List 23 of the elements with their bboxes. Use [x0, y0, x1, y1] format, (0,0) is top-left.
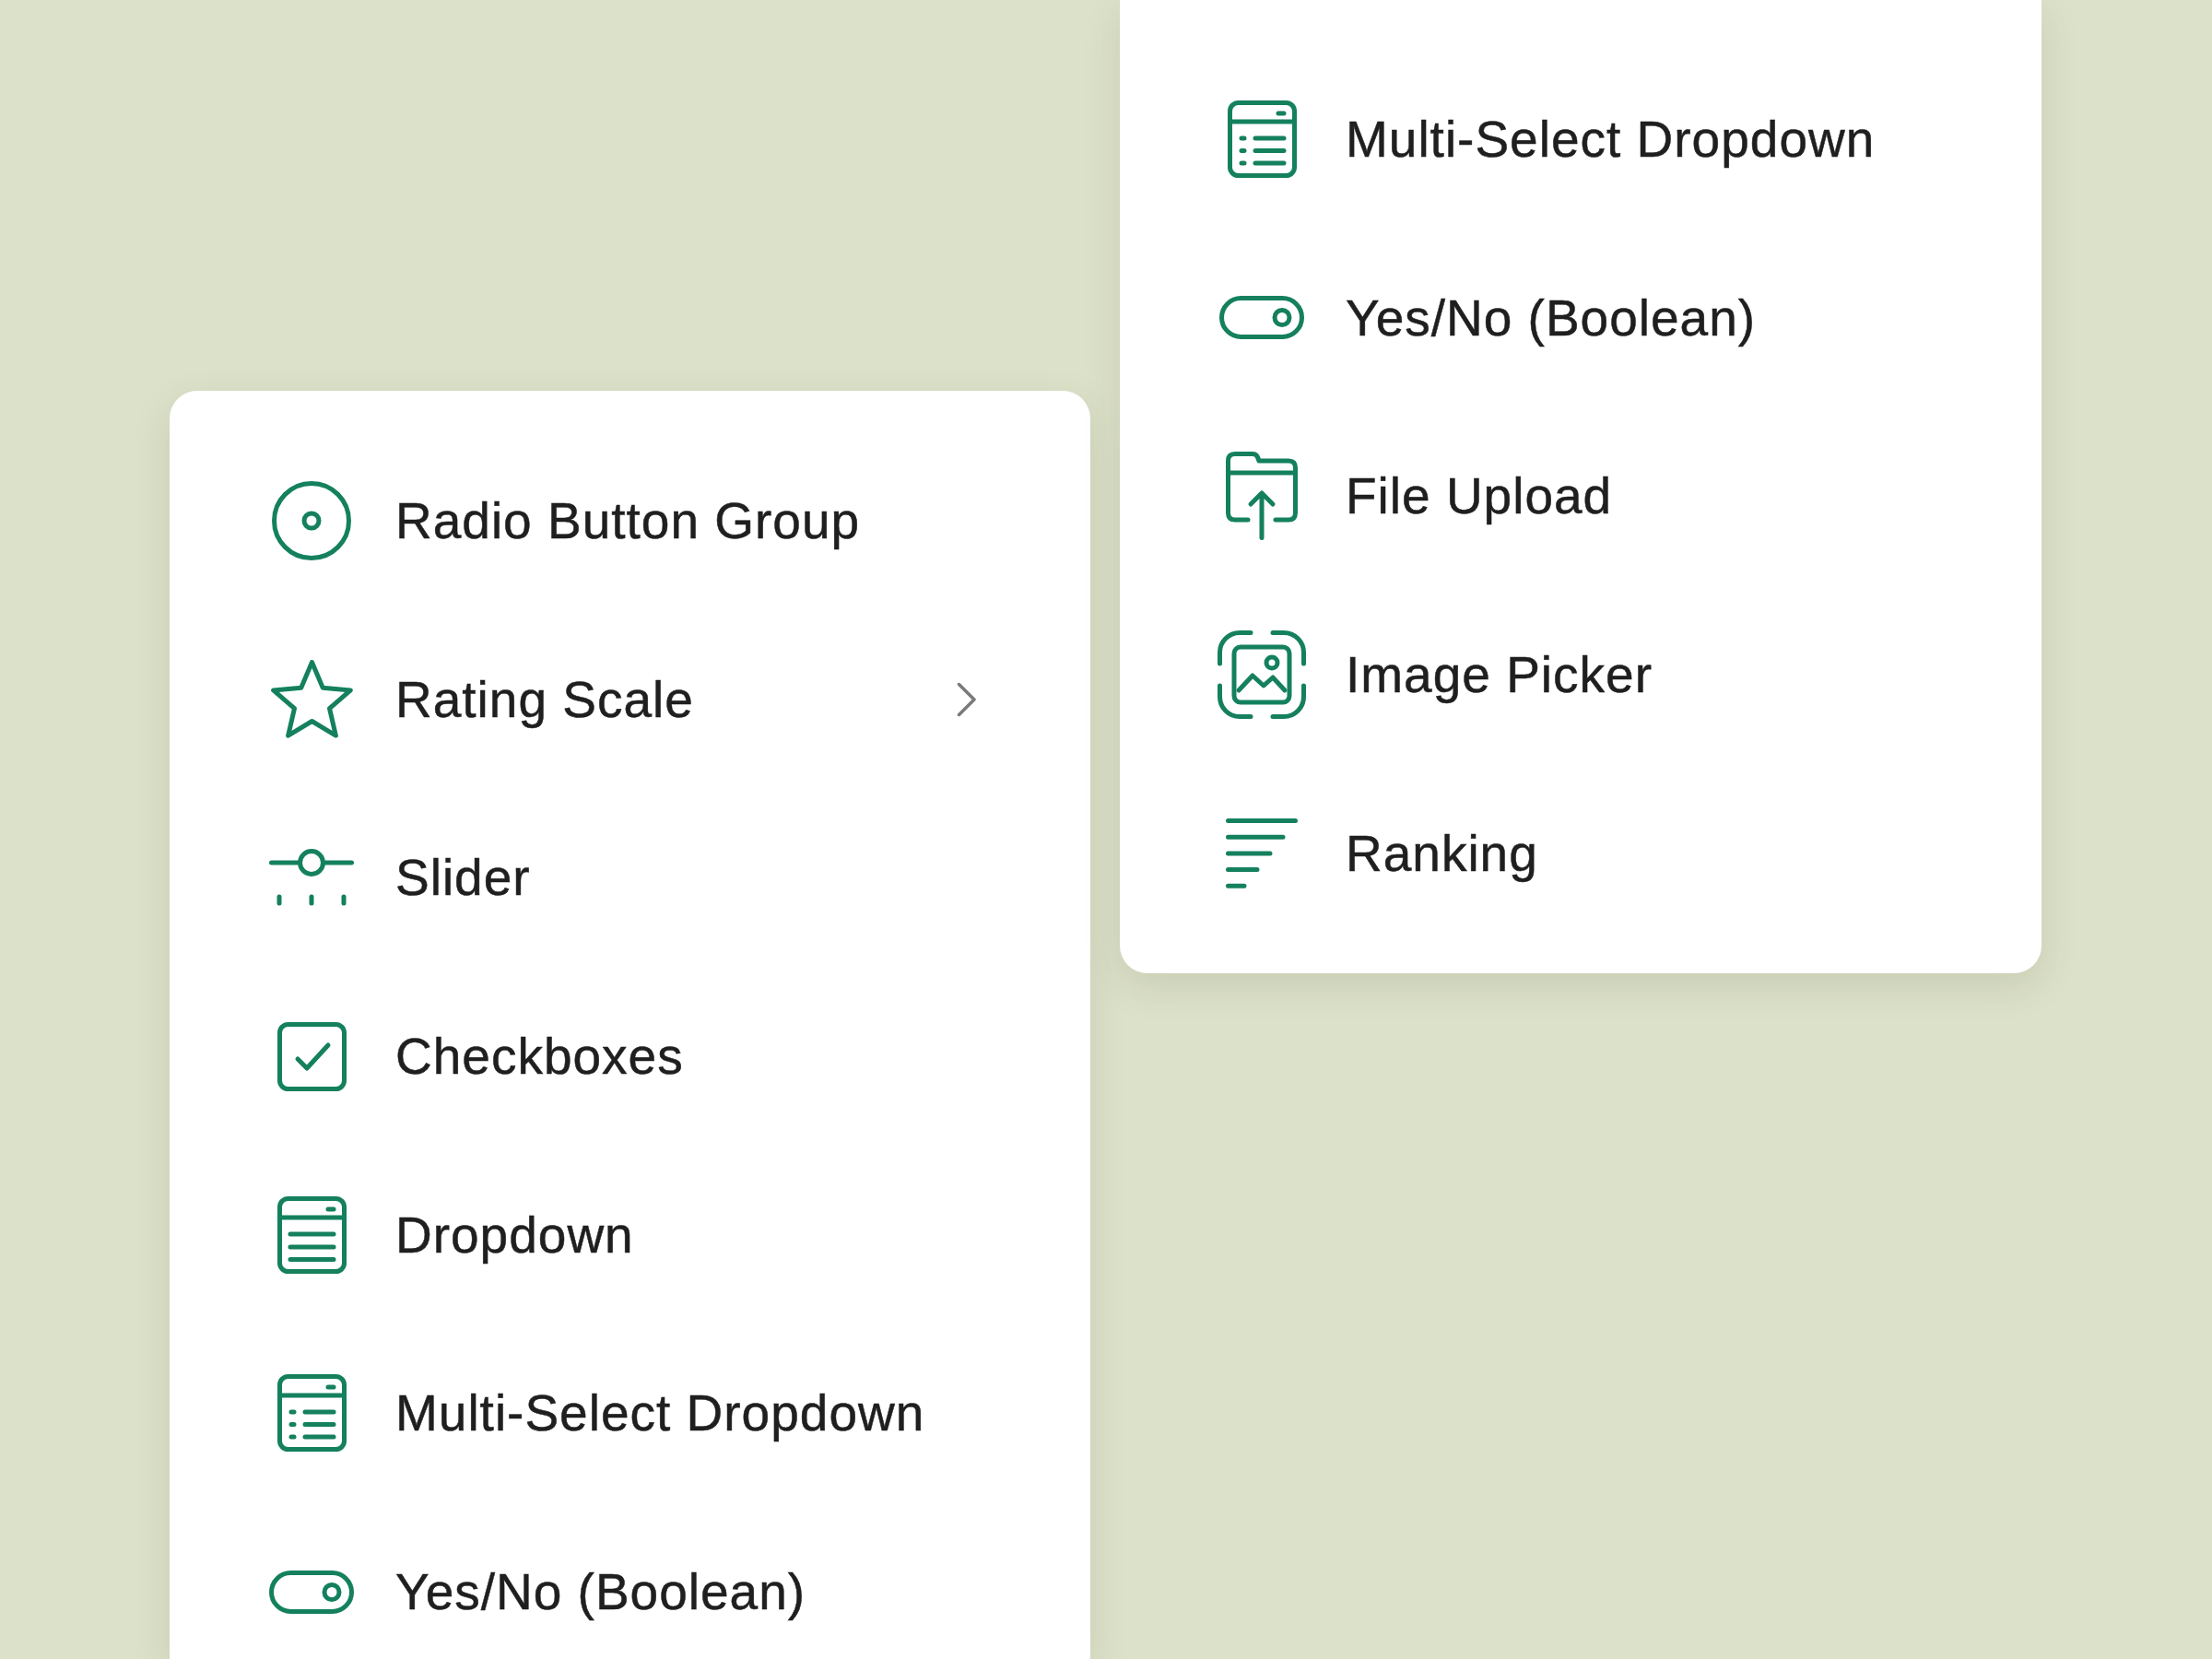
menu-item[interactable]: Dropdown: [268, 1188, 977, 1281]
checked-box-icon: [276, 1021, 347, 1091]
descending-lines-icon: [1226, 818, 1298, 888]
menu-item[interactable]: File Upload: [1218, 450, 1928, 543]
menu-item[interactable]: Checkboxes: [268, 1010, 977, 1103]
menu-item[interactable]: Yes/No (Boolean): [268, 1546, 977, 1639]
menu-item[interactable]: Radio Button Group: [268, 475, 977, 567]
menu-item[interactable]: Slider: [268, 831, 977, 924]
menu-item[interactable]: Yes/No (Boolean): [1218, 271, 1928, 364]
bulleted-list-icon: [276, 1374, 347, 1453]
toggle-icon: [1219, 296, 1304, 340]
image-frame-icon: [1218, 630, 1306, 720]
radio-button-icon: [272, 481, 351, 560]
star-icon: [270, 660, 353, 739]
menu-item[interactable]: Rating Scale: [268, 653, 977, 746]
bulleted-list-icon: [1227, 100, 1297, 178]
menu-item[interactable]: Ranking: [1218, 806, 1928, 900]
menu-item[interactable]: Multi-Select Dropdown: [268, 1367, 977, 1460]
list-icon: [276, 1195, 347, 1274]
folder-upload-icon: [1226, 452, 1298, 541]
menu-item[interactable]: Multi-Select Dropdown: [1218, 93, 1928, 185]
toggle-icon: [269, 1570, 354, 1614]
menu-item[interactable]: Image Picker: [1218, 629, 1928, 722]
